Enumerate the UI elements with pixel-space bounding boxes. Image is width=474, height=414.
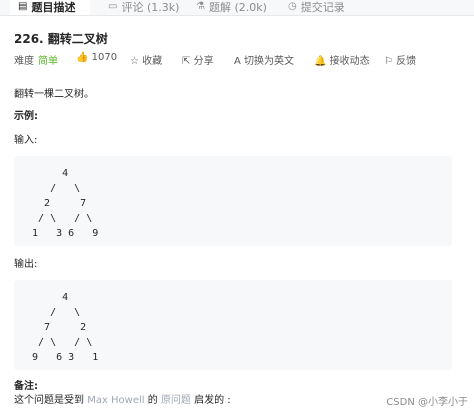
difficulty-badge: 简单: [38, 56, 58, 67]
tab-comments[interactable]: ▭ 评论 (1.3k): [108, 0, 180, 15]
subscribe-button[interactable]: 🔔 接收动态: [314, 52, 370, 67]
favorite-button[interactable]: ☆ 收藏: [130, 52, 162, 67]
output-label: 输出:: [14, 259, 38, 270]
like-count: 1070: [91, 52, 118, 63]
star-icon: ☆: [130, 56, 139, 67]
output-tree-code: 4 / \ 7 2 / \ / \ 9 6 3 1: [14, 280, 452, 370]
feedback-icon: ⚐: [384, 56, 393, 67]
csdn-watermark: CSDN @小李小于: [386, 397, 468, 408]
translate-icon: A: [234, 56, 241, 67]
difficulty-label: 难度: [14, 56, 34, 67]
tab-label: 题解 (2.0k): [208, 0, 267, 14]
flask-icon: ⚗: [196, 1, 205, 12]
problem-title: 226. 翻转二叉树: [14, 32, 108, 46]
input-label: 输入:: [14, 135, 38, 146]
history-icon: ◷: [288, 1, 297, 12]
like-button[interactable]: 👍 1070: [76, 52, 117, 63]
original-problem-link[interactable]: 原问题: [161, 395, 191, 406]
example-heading: 示例:: [14, 111, 38, 122]
comment-icon: ▭: [108, 1, 118, 12]
tab-label: 评论 (1.3k): [121, 0, 180, 14]
max-howell-link[interactable]: Max Howell: [87, 395, 144, 406]
share-button[interactable]: ⇱ 分享: [182, 52, 214, 67]
note-heading: 备注:: [14, 381, 38, 392]
intro-text: 翻转一棵二叉树。: [14, 89, 94, 100]
tab-label: 提交记录: [300, 0, 345, 14]
tab-label: 题目描述: [31, 0, 76, 14]
feedback-button[interactable]: ⚐ 反馈: [384, 52, 416, 67]
share-icon: ⇱: [182, 56, 191, 67]
tab-submissions[interactable]: ◷ 提交记录: [288, 0, 345, 15]
thumbs-up-icon: 👍: [76, 52, 89, 63]
switch-language-button[interactable]: A 切换为英文: [234, 52, 294, 67]
tab-solutions[interactable]: ⚗ 题解 (2.0k): [196, 0, 267, 15]
bell-icon: 🔔: [314, 56, 327, 67]
input-tree-code: 4 / \ 2 7 / \ / \ 1 3 6 9: [14, 156, 452, 246]
file-text-icon: ▤: [18, 1, 28, 12]
tab-bar: ▤ 题目描述 ▭ 评论 (1.3k) ⚗ 题解 (2.0k) ◷ 提交记录: [0, 0, 474, 16]
note-text: 这个问题是受到 Max Howell 的 原问题 启发的 :: [14, 395, 231, 406]
tab-description[interactable]: ▤ 题目描述: [10, 0, 90, 15]
